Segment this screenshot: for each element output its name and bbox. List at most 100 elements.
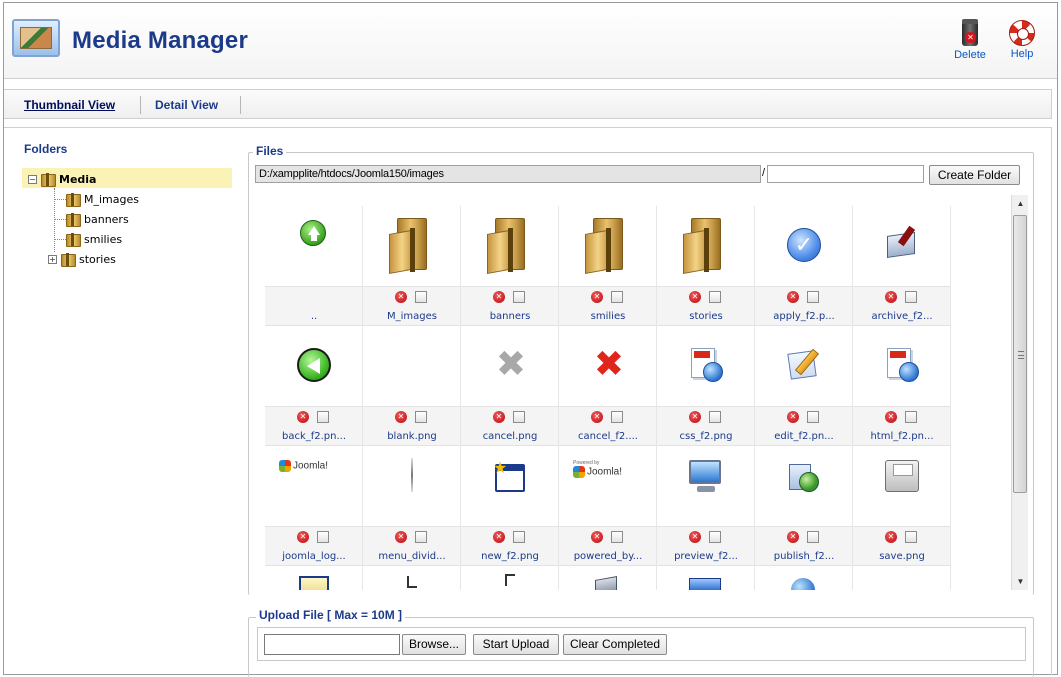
file-name[interactable]: .. xyxy=(265,311,363,322)
select-checkbox[interactable] xyxy=(807,291,819,303)
delete-icon[interactable]: ✕ xyxy=(591,291,603,303)
thumbnail-cell[interactable] xyxy=(461,566,559,590)
folder-icon[interactable] xyxy=(585,218,627,274)
delete-icon[interactable]: ✕ xyxy=(689,531,701,543)
thumbnail-cell[interactable]: ✕ css_f2.png xyxy=(657,326,755,446)
start-upload-button[interactable]: Start Upload xyxy=(473,634,559,655)
select-checkbox[interactable] xyxy=(905,411,917,423)
file-name[interactable]: apply_f2.p... xyxy=(755,311,853,322)
delete-icon[interactable]: ✕ xyxy=(689,411,701,423)
folder-tree-smilies[interactable]: smilies xyxy=(66,232,122,247)
file-name[interactable]: cancel_f2.... xyxy=(559,431,657,442)
back-arrow-icon[interactable] xyxy=(297,348,331,382)
thumbnail-cell[interactable] xyxy=(853,566,951,590)
delete-icon[interactable]: ✕ xyxy=(493,411,505,423)
globe-icon[interactable] xyxy=(791,578,815,590)
publish-globe-icon[interactable] xyxy=(787,460,821,494)
select-checkbox[interactable] xyxy=(415,291,427,303)
file-name[interactable]: archive_f2... xyxy=(853,311,951,322)
thumbnail-cell[interactable] xyxy=(363,566,461,590)
browse-button[interactable]: Browse... xyxy=(402,634,466,655)
folder-tree-m-images[interactable]: M_images xyxy=(66,192,139,207)
thumbnail-cell[interactable] xyxy=(657,566,755,590)
thumbnail-cell[interactable]: ✕ save.png xyxy=(853,446,951,566)
thumbnail-cell[interactable]: ✓ ✕ apply_f2.p... xyxy=(755,206,853,326)
thumbnail-cell[interactable]: ✖ ✕ cancel.png xyxy=(461,326,559,446)
file-grid-scrollbar[interactable]: ▲ ▼ xyxy=(1011,195,1028,590)
tab-detail-view[interactable]: Detail View xyxy=(155,98,218,112)
html-globe-icon[interactable] xyxy=(885,346,919,382)
thumbnail-cell[interactable]: ✕ stories xyxy=(657,206,755,326)
css-globe-icon[interactable] xyxy=(689,346,723,382)
archive-icon[interactable] xyxy=(885,225,921,258)
sort-descending-icon[interactable] xyxy=(505,574,515,586)
folder-tree-stories[interactable]: + stories xyxy=(48,252,116,267)
delete-icon[interactable]: ✕ xyxy=(591,411,603,423)
delete-icon[interactable]: ✕ xyxy=(591,531,603,543)
edit-pencil-icon[interactable] xyxy=(787,346,823,382)
file-name[interactable]: publish_f2... xyxy=(755,551,853,562)
upload-file-input[interactable] xyxy=(264,634,400,655)
monitor-icon[interactable] xyxy=(687,458,725,494)
select-checkbox[interactable] xyxy=(513,411,525,423)
select-checkbox[interactable] xyxy=(611,411,623,423)
clear-completed-button[interactable]: Clear Completed xyxy=(563,634,667,655)
new-folder-name-input[interactable] xyxy=(767,165,924,183)
delete-icon[interactable]: ✕ xyxy=(885,291,897,303)
document-icon[interactable] xyxy=(299,576,329,590)
folder-icon[interactable] xyxy=(487,218,529,274)
red-x-icon[interactable]: ✖ xyxy=(591,346,627,382)
sort-ascending-icon[interactable] xyxy=(407,576,417,588)
select-checkbox[interactable] xyxy=(317,411,329,423)
delete-icon[interactable]: ✕ xyxy=(787,291,799,303)
floppy-disk-icon[interactable] xyxy=(885,460,919,492)
file-name[interactable]: stories xyxy=(657,311,755,322)
scroll-up-icon[interactable]: ▲ xyxy=(1012,195,1029,212)
powered-by-joomla-icon[interactable]: Powered by Joomla! xyxy=(573,460,645,486)
file-name[interactable]: preview_f2... xyxy=(657,551,755,562)
scroll-down-icon[interactable]: ▼ xyxy=(1012,573,1029,590)
delete-icon[interactable]: ✕ xyxy=(689,291,701,303)
delete-icon[interactable]: ✕ xyxy=(885,531,897,543)
folder-tree-media[interactable]: − Media xyxy=(28,172,96,187)
expand-icon[interactable]: + xyxy=(48,254,57,264)
joomla-logo-icon[interactable]: Joomla! xyxy=(279,460,351,474)
delete-icon[interactable]: ✕ xyxy=(395,411,407,423)
thumbnail-cell[interactable]: ✕ M_images xyxy=(363,206,461,326)
delete-icon[interactable]: ✕ xyxy=(395,291,407,303)
file-name[interactable]: smilies xyxy=(559,311,657,322)
select-checkbox[interactable] xyxy=(513,531,525,543)
thumbnail-cell[interactable]: ✕ back_f2.pn... xyxy=(265,326,363,446)
select-checkbox[interactable] xyxy=(611,291,623,303)
folder-icon[interactable] xyxy=(389,218,431,274)
file-name[interactable]: blank.png xyxy=(363,431,461,442)
help-button[interactable]: Help xyxy=(1002,19,1042,60)
thumbnail-cell[interactable]: ✕ archive_f2... xyxy=(853,206,951,326)
folder-window-icon[interactable] xyxy=(689,578,721,590)
select-checkbox[interactable] xyxy=(709,411,721,423)
file-name[interactable]: edit_f2.pn... xyxy=(755,431,853,442)
blank-icon[interactable] xyxy=(363,326,461,406)
select-checkbox[interactable] xyxy=(807,531,819,543)
thumbnail-cell[interactable]: ★ ✕ new_f2.png xyxy=(461,446,559,566)
delete-icon[interactable]: ✕ xyxy=(787,411,799,423)
thumbnail-cell[interactable]: Powered by Joomla! ✕ powered_by... xyxy=(559,446,657,566)
select-checkbox[interactable] xyxy=(611,531,623,543)
thumbnail-cell[interactable]: ✖ ✕ cancel_f2.... xyxy=(559,326,657,446)
divider-icon[interactable] xyxy=(411,458,413,492)
scrollbar-thumb[interactable] xyxy=(1013,215,1027,493)
thumbnail-cell[interactable]: ✕ menu_divid... xyxy=(363,446,461,566)
delete-button[interactable]: ✕ Delete xyxy=(950,19,990,61)
file-name[interactable]: html_f2.pn... xyxy=(853,431,951,442)
gray-x-icon[interactable]: ✖ xyxy=(493,346,529,382)
thumbnail-cell[interactable]: ✕ banners xyxy=(461,206,559,326)
file-name[interactable]: new_f2.png xyxy=(461,551,559,562)
select-checkbox[interactable] xyxy=(317,531,329,543)
folder-icon[interactable] xyxy=(683,218,725,274)
tab-thumbnail-view[interactable]: Thumbnail View xyxy=(24,98,115,112)
checkmark-icon[interactable]: ✓ xyxy=(787,228,821,262)
delete-icon[interactable]: ✕ xyxy=(885,411,897,423)
thumbnail-cell[interactable] xyxy=(559,566,657,590)
thumbnail-cell[interactable]: .. xyxy=(265,206,363,326)
create-folder-button[interactable]: Create Folder xyxy=(929,165,1020,185)
